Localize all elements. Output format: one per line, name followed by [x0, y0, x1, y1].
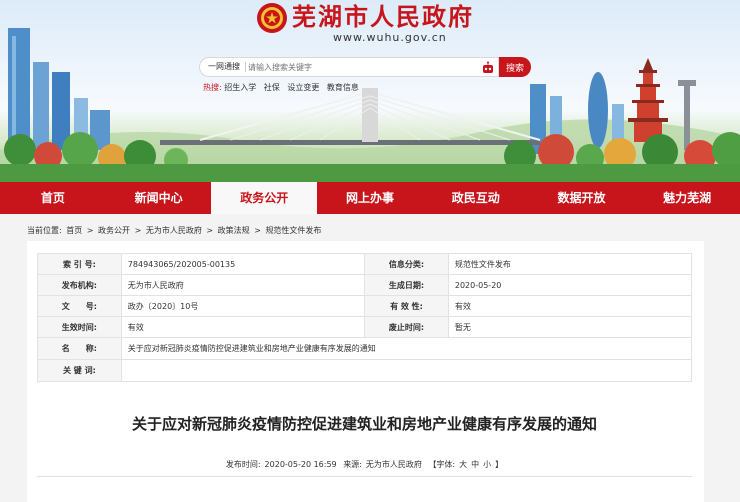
nav-item-interaction[interactable]: 政民互动: [423, 182, 529, 214]
breadcrumb-item[interactable]: 政策法规: [218, 226, 250, 235]
meta-label: 名 称:: [37, 337, 122, 360]
meta-validity-value: 有效: [447, 295, 693, 317]
national-emblem-icon: [257, 3, 287, 33]
font-size-medium[interactable]: 中: [471, 460, 479, 469]
meta-docno-value: 政办〔2020〕10号: [120, 295, 366, 317]
search-input[interactable]: [248, 60, 468, 75]
hot-search-item[interactable]: 教育信息: [327, 83, 359, 92]
meta-category-value: 规范性文件发布: [447, 253, 693, 275]
meta-label: 发布机构:: [37, 274, 122, 296]
hot-search-item[interactable]: 设立变更: [287, 83, 319, 92]
breadcrumb-separator: >: [254, 226, 261, 235]
hot-search-list: 热搜: 招生入学 社保 设立变更 教育信息: [203, 82, 364, 93]
site-url: www.wuhu.gov.cn: [333, 31, 447, 44]
font-size-close: 】: [495, 460, 504, 469]
font-size-small[interactable]: 小: [483, 460, 491, 469]
document-meta-table: 索 引 号: 784943065/202005-00135 信息分类: 规范性文…: [37, 253, 693, 382]
meta-label: 信息分类:: [364, 253, 449, 275]
meta-label: 文 号:: [37, 295, 122, 317]
search-scope-label[interactable]: 一网通搜: [208, 61, 246, 72]
meta-publisher-value: 无为市人民政府: [120, 274, 366, 296]
main-nav: 首页 新闻中心 政务公开 网上办事 政民互动 数据开放 魅力芜湖: [0, 182, 740, 214]
nav-item-charm-wuhu[interactable]: 魅力芜湖: [634, 182, 740, 214]
font-size-label: 【字体:: [428, 460, 456, 469]
source-value: 无为市人民政府: [365, 460, 422, 469]
meta-expire-value: 暂无: [447, 316, 693, 338]
meta-name-value: 关于应对新冠肺炎疫情防控促进建筑业和房地产业健康有序发展的通知: [120, 337, 693, 360]
breadcrumb-separator: >: [134, 226, 142, 235]
meta-keywords-value: [120, 359, 693, 382]
nav-item-gov-affairs[interactable]: 政务公开: [211, 182, 318, 214]
meta-label: 有 效 性:: [364, 295, 449, 317]
nav-item-online-services[interactable]: 网上办事: [317, 182, 423, 214]
meta-label: 废止时间:: [364, 316, 449, 338]
font-size-large[interactable]: 大: [459, 460, 467, 469]
header-banner: 芜湖市人民政府 www.wuhu.gov.cn 一网通搜 搜索 热搜: 招生入学…: [0, 0, 740, 182]
nav-item-home[interactable]: 首页: [0, 182, 106, 214]
meta-label: 生成日期:: [364, 274, 449, 296]
breadcrumb-separator: >: [206, 226, 214, 235]
meta-created-value: 2020-05-20: [447, 274, 693, 296]
meta-label: 关 键 词:: [37, 359, 122, 382]
published-value: 2020-05-20 16:59: [264, 460, 337, 469]
divider: [37, 476, 692, 477]
published-label: 发布时间:: [225, 460, 261, 469]
breadcrumb-item[interactable]: 首页: [66, 226, 82, 235]
article-publish-info: 发布时间: 2020-05-20 16:59 来源: 无为市人民政府 【字体: 大中小…: [37, 459, 692, 470]
nav-item-news[interactable]: 新闻中心: [106, 182, 212, 214]
breadcrumb-item[interactable]: 政务公开: [98, 226, 130, 235]
meta-label: 生效时间:: [37, 316, 122, 338]
site-title[interactable]: 芜湖市人民政府: [292, 2, 474, 32]
breadcrumb-item[interactable]: 规范性文件发布: [265, 226, 321, 235]
article-title: 关于应对新冠肺炎疫情防控促进建筑业和房地产业健康有序发展的通知: [131, 415, 597, 433]
search-box: 一网通搜: [199, 57, 499, 77]
nav-item-open-data[interactable]: 数据开放: [529, 182, 635, 214]
meta-label: 索 引 号:: [37, 253, 122, 275]
meta-index-value: 784943065/202005-00135: [120, 253, 366, 275]
search-button[interactable]: 搜索: [499, 57, 531, 77]
hot-search-item[interactable]: 社保: [264, 83, 280, 92]
source-label: 来源:: [343, 460, 362, 469]
breadcrumb: 当前位置: 首页 > 政务公开 > 无为市人民政府 > 政策法规 > 规范性文件…: [27, 225, 323, 236]
hot-search-label: 热搜:: [203, 83, 222, 92]
breadcrumb-separator: >: [86, 226, 94, 235]
meta-effective-value: 有效: [120, 316, 366, 338]
hot-search-item[interactable]: 招生入学: [224, 83, 256, 92]
breadcrumb-prefix: 当前位置:: [27, 226, 62, 235]
breadcrumb-item[interactable]: 无为市人民政府: [146, 226, 202, 235]
robot-icon[interactable]: [481, 61, 495, 75]
